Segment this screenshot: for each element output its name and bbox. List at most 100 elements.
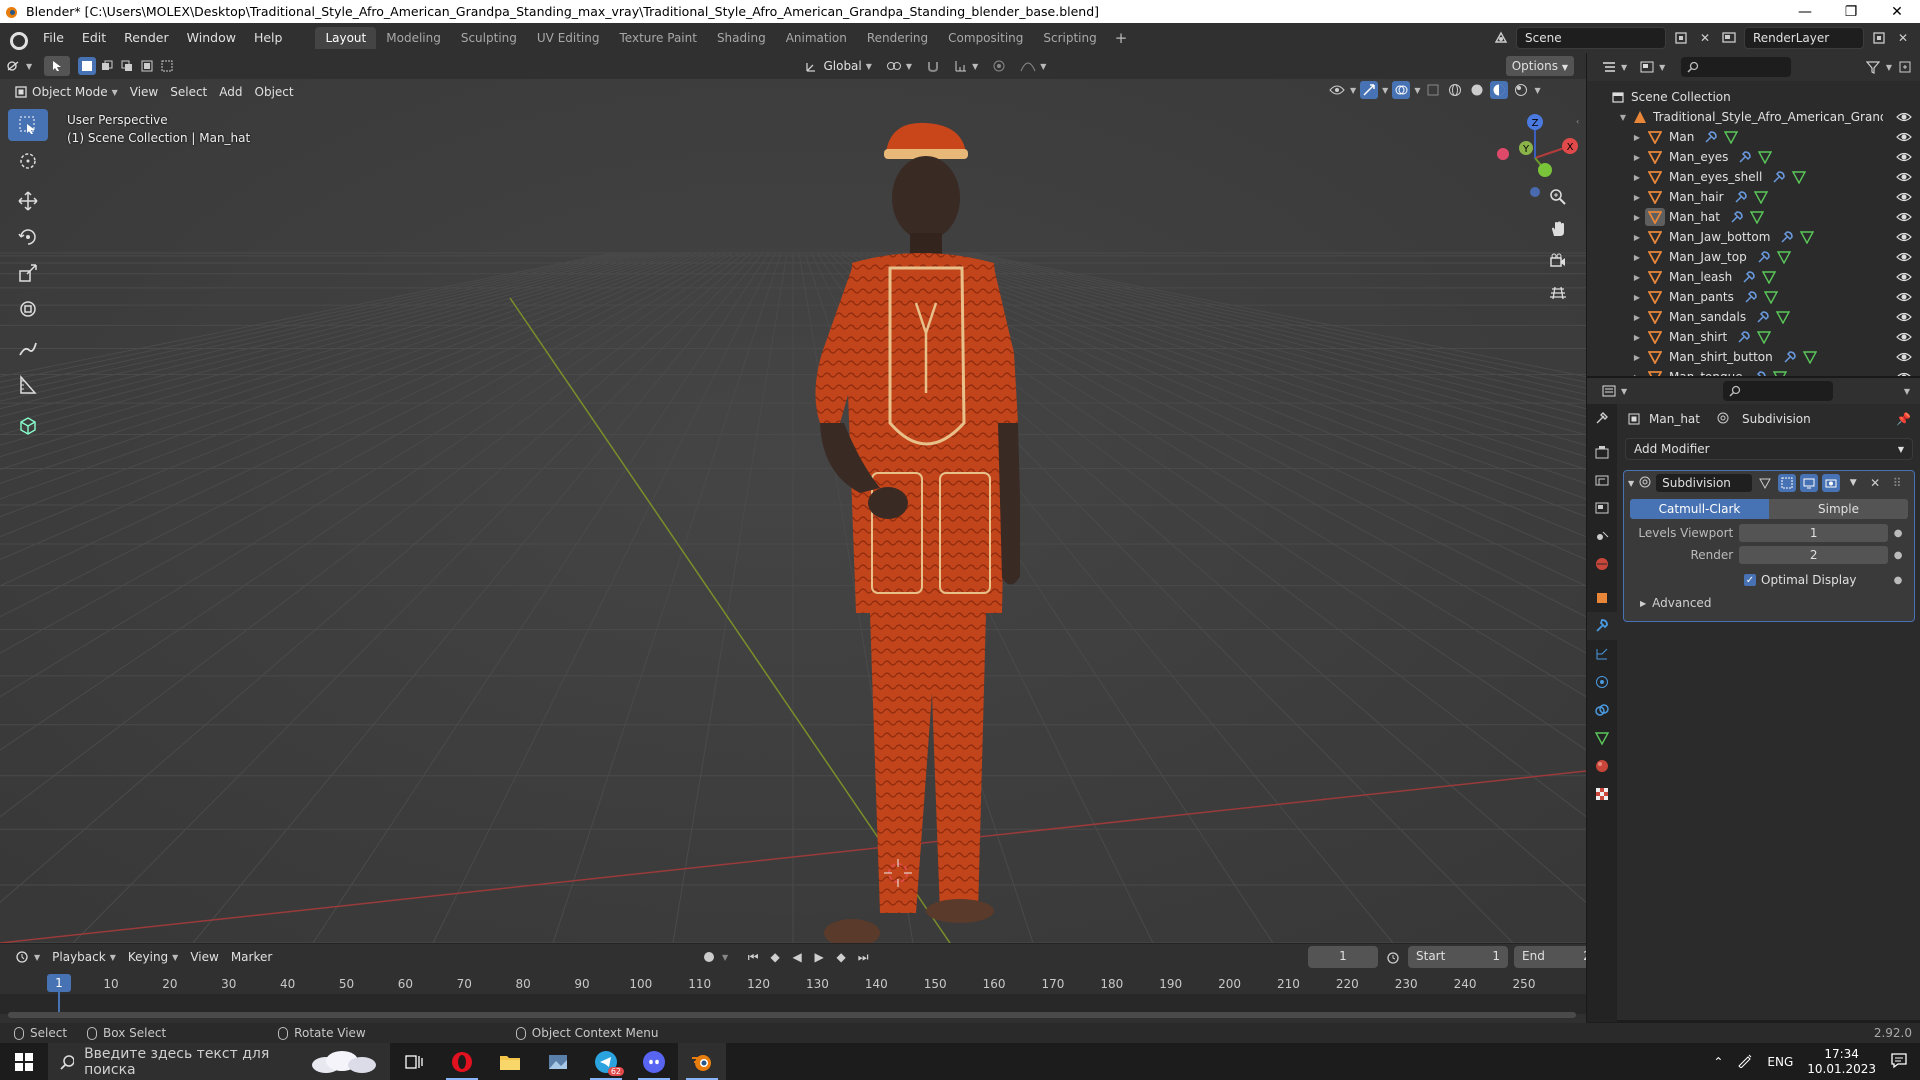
mesh-data-icon[interactable] [1792,170,1807,184]
shading-solid-icon[interactable] [1468,81,1486,99]
playhead[interactable] [58,992,60,1014]
menu-edit[interactable]: Edit [73,27,115,49]
eye-icon[interactable] [1896,289,1912,305]
tray-overflow-icon[interactable]: ⌃ [1713,1055,1723,1069]
eye-icon[interactable] [1896,309,1912,325]
outliner-object-row[interactable]: ▶ Man_leash [1587,267,1920,287]
measure-tool[interactable] [8,369,48,401]
select-box-tool[interactable] [8,109,48,141]
3d-viewport[interactable]: ▼ Global ▼ ▼ ▼ ▼ Options ▼ Object Mode ▼… [0,53,1586,943]
delete-view-layer-icon[interactable]: ✕ [1894,29,1912,47]
select-intersect-icon[interactable] [158,57,176,75]
expand-arrow-icon[interactable]: ▶ [1631,353,1643,362]
remove-modifier-button[interactable]: ✕ [1866,474,1884,492]
modifier-wrench-icon[interactable] [1742,270,1756,284]
modifier-wrench-icon[interactable] [1704,130,1718,144]
timeline-view-menu[interactable]: View [184,946,224,968]
view-layer-tab-icon[interactable] [1587,494,1617,522]
minimize-button[interactable]: — [1782,0,1828,23]
data-tab-icon[interactable] [1587,724,1617,752]
auto-keying-icon[interactable] [700,948,718,966]
eye-icon[interactable] [1896,329,1912,345]
move-tool[interactable] [8,185,48,217]
constraints-tab-icon[interactable] [1587,696,1617,724]
tab-compositing[interactable]: Compositing [938,27,1033,49]
falloff-dropdown[interactable]: ▼ [1014,55,1052,77]
marker-menu[interactable]: Marker [225,946,278,968]
mesh-data-icon[interactable] [1776,310,1791,324]
start-frame-field[interactable]: Start 1 [1408,946,1508,968]
outliner-object-row[interactable]: ▶ Man_shirt [1587,327,1920,347]
blender-app-icon[interactable] [678,1043,726,1080]
taskbar-search-input[interactable]: Введите здесь текст для поиска [48,1043,390,1080]
mesh-data-icon[interactable] [1776,250,1791,264]
menu-file[interactable]: File [34,27,73,49]
opera-app-icon[interactable] [438,1043,486,1080]
timeline-scrollbar[interactable] [8,1012,1576,1018]
delete-scene-icon[interactable]: ✕ [1696,29,1714,47]
modifier-tab-icon[interactable] [1587,612,1617,640]
jump-start-icon[interactable]: ⏮ [744,948,762,966]
outliner-object-row[interactable]: ▶ Man_Jaw_top [1587,247,1920,267]
image-viewer-icon[interactable] [534,1043,582,1080]
eye-icon[interactable] [1896,129,1912,145]
scene-selector[interactable]: Scene [1516,27,1666,49]
outliner-object-row[interactable]: ▶ Man_sandals [1587,307,1920,327]
expand-arrow-icon[interactable]: ▶ [1631,193,1643,202]
eye-icon[interactable] [1896,349,1912,365]
properties-options-icon[interactable]: ▼ [1904,387,1910,396]
outliner-object-row[interactable]: ▶ Man_shirt_button [1587,347,1920,367]
telegram-app-icon[interactable]: 62 [582,1043,630,1080]
cursor-tool[interactable] [8,145,48,177]
menu-help[interactable]: Help [245,27,292,49]
pin-icon[interactable]: 📌 [1896,412,1911,426]
simple-button[interactable]: Simple [1769,499,1908,519]
filter-icon[interactable] [1864,58,1882,76]
modifier-wrench-icon[interactable] [1730,210,1744,224]
scene-collection-row[interactable]: Scene Collection [1587,87,1920,107]
transform-tool[interactable] [8,293,48,325]
select-extend-icon[interactable] [98,57,116,75]
menu-window[interactable]: Window [178,27,245,49]
shading-material-icon[interactable] [1490,81,1509,99]
pan-hand-icon[interactable] [1544,215,1572,243]
visibility-dropdown-icon[interactable] [1328,81,1346,99]
optimal-display-row[interactable]: ✓ Optimal Display ● [1744,569,1914,591]
add-modifier-dropdown[interactable]: Add Modifier ▼ [1625,438,1913,460]
viewport-menu-add[interactable]: Add [213,81,248,103]
modifier-wrench-icon[interactable] [1780,230,1794,244]
menu-render[interactable]: Render [115,27,178,49]
keyframe-dot-icon[interactable]: ● [1888,528,1908,539]
add-workspace-button[interactable]: + [1107,29,1136,47]
modifier-collapse-arrow[interactable]: ▼ [1628,479,1634,488]
cage-toggle-icon[interactable] [1778,474,1797,492]
select-new-icon[interactable] [78,57,97,75]
tab-animation[interactable]: Animation [776,27,857,49]
keying-menu[interactable]: Keying ▼ [122,946,184,968]
collapse-arrow-icon[interactable]: ▼ [1617,113,1629,122]
realtime-toggle-icon[interactable] [1800,474,1819,492]
eye-icon[interactable] [1896,189,1912,205]
playback-menu[interactable]: Playback ▼ [46,946,122,968]
view-layer-selector[interactable]: RenderLayer [1744,27,1864,49]
keyframe-dot-icon[interactable]: ● [1888,575,1908,586]
pivot-point-dropdown[interactable]: ▼ [880,55,918,77]
modifier-wrench-icon[interactable] [1738,150,1752,164]
expand-arrow-icon[interactable]: ▶ [1631,273,1643,282]
notification-icon[interactable] [1890,1051,1908,1072]
properties-editor-type-dropdown[interactable]: ▼ [1595,380,1633,402]
blender-menu-icon[interactable] [8,29,28,50]
physics-tab-icon[interactable] [1587,668,1617,696]
playhead-frame-label[interactable]: 1 [47,974,71,992]
current-frame-field[interactable]: 1 [1308,946,1378,968]
mesh-data-icon[interactable] [1753,190,1768,204]
outliner-object-row[interactable]: ▶ Man [1587,127,1920,147]
eye-icon[interactable] [1896,269,1912,285]
mesh-data-icon[interactable] [1758,150,1773,164]
transform-orientation-dropdown[interactable]: Global ▼ [799,55,877,77]
mesh-data-icon[interactable] [1762,270,1777,284]
tab-uv-editing[interactable]: UV Editing [527,27,610,49]
object-tab-icon[interactable] [1587,584,1617,612]
tab-layout[interactable]: Layout [315,27,377,49]
particles-tab-icon[interactable] [1587,640,1617,668]
